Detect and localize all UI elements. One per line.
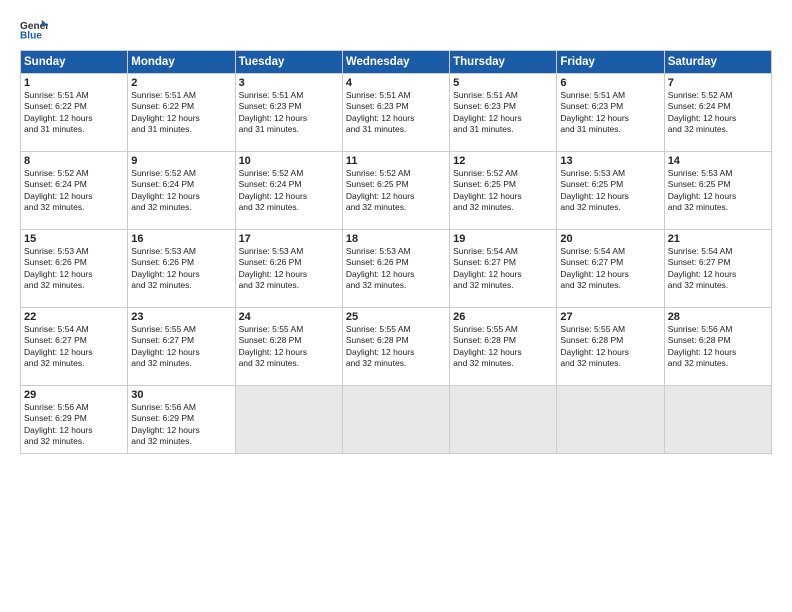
calendar-week-row: 29Sunrise: 5:56 AMSunset: 6:29 PMDayligh… bbox=[21, 386, 772, 454]
header-monday: Monday bbox=[128, 51, 235, 74]
table-row bbox=[235, 386, 342, 454]
header-friday: Friday bbox=[557, 51, 664, 74]
table-row: 10Sunrise: 5:52 AMSunset: 6:24 PMDayligh… bbox=[235, 152, 342, 230]
calendar-table: Sunday Monday Tuesday Wednesday Thursday… bbox=[20, 50, 772, 454]
table-row: 7Sunrise: 5:52 AMSunset: 6:24 PMDaylight… bbox=[664, 74, 771, 152]
table-row: 29Sunrise: 5:56 AMSunset: 6:29 PMDayligh… bbox=[21, 386, 128, 454]
header-saturday: Saturday bbox=[664, 51, 771, 74]
table-row bbox=[450, 386, 557, 454]
table-row: 14Sunrise: 5:53 AMSunset: 6:25 PMDayligh… bbox=[664, 152, 771, 230]
table-row: 6Sunrise: 5:51 AMSunset: 6:23 PMDaylight… bbox=[557, 74, 664, 152]
weekday-header-row: Sunday Monday Tuesday Wednesday Thursday… bbox=[21, 51, 772, 74]
calendar-page: General Blue Sunday Monday Tuesday Wedne… bbox=[0, 0, 792, 612]
table-row: 16Sunrise: 5:53 AMSunset: 6:26 PMDayligh… bbox=[128, 230, 235, 308]
header: General Blue bbox=[20, 18, 772, 40]
calendar-week-row: 1Sunrise: 5:51 AMSunset: 6:22 PMDaylight… bbox=[21, 74, 772, 152]
table-row: 13Sunrise: 5:53 AMSunset: 6:25 PMDayligh… bbox=[557, 152, 664, 230]
header-wednesday: Wednesday bbox=[342, 51, 449, 74]
table-row: 12Sunrise: 5:52 AMSunset: 6:25 PMDayligh… bbox=[450, 152, 557, 230]
table-row: 8Sunrise: 5:52 AMSunset: 6:24 PMDaylight… bbox=[21, 152, 128, 230]
table-row bbox=[557, 386, 664, 454]
table-row: 15Sunrise: 5:53 AMSunset: 6:26 PMDayligh… bbox=[21, 230, 128, 308]
table-row: 24Sunrise: 5:55 AMSunset: 6:28 PMDayligh… bbox=[235, 308, 342, 386]
table-row: 9Sunrise: 5:52 AMSunset: 6:24 PMDaylight… bbox=[128, 152, 235, 230]
calendar-week-row: 15Sunrise: 5:53 AMSunset: 6:26 PMDayligh… bbox=[21, 230, 772, 308]
table-row: 4Sunrise: 5:51 AMSunset: 6:23 PMDaylight… bbox=[342, 74, 449, 152]
table-row: 17Sunrise: 5:53 AMSunset: 6:26 PMDayligh… bbox=[235, 230, 342, 308]
table-row: 23Sunrise: 5:55 AMSunset: 6:27 PMDayligh… bbox=[128, 308, 235, 386]
header-sunday: Sunday bbox=[21, 51, 128, 74]
table-row: 25Sunrise: 5:55 AMSunset: 6:28 PMDayligh… bbox=[342, 308, 449, 386]
logo-icon: General Blue bbox=[20, 18, 48, 40]
table-row: 5Sunrise: 5:51 AMSunset: 6:23 PMDaylight… bbox=[450, 74, 557, 152]
table-row: 11Sunrise: 5:52 AMSunset: 6:25 PMDayligh… bbox=[342, 152, 449, 230]
header-tuesday: Tuesday bbox=[235, 51, 342, 74]
table-row bbox=[664, 386, 771, 454]
calendar-week-row: 22Sunrise: 5:54 AMSunset: 6:27 PMDayligh… bbox=[21, 308, 772, 386]
table-row: 21Sunrise: 5:54 AMSunset: 6:27 PMDayligh… bbox=[664, 230, 771, 308]
table-row: 2Sunrise: 5:51 AMSunset: 6:22 PMDaylight… bbox=[128, 74, 235, 152]
calendar-week-row: 8Sunrise: 5:52 AMSunset: 6:24 PMDaylight… bbox=[21, 152, 772, 230]
table-row: 1Sunrise: 5:51 AMSunset: 6:22 PMDaylight… bbox=[21, 74, 128, 152]
table-row: 28Sunrise: 5:56 AMSunset: 6:28 PMDayligh… bbox=[664, 308, 771, 386]
logo: General Blue bbox=[20, 18, 52, 40]
table-row: 22Sunrise: 5:54 AMSunset: 6:27 PMDayligh… bbox=[21, 308, 128, 386]
table-row bbox=[342, 386, 449, 454]
svg-text:Blue: Blue bbox=[20, 30, 42, 40]
table-row: 19Sunrise: 5:54 AMSunset: 6:27 PMDayligh… bbox=[450, 230, 557, 308]
table-row: 18Sunrise: 5:53 AMSunset: 6:26 PMDayligh… bbox=[342, 230, 449, 308]
table-row: 20Sunrise: 5:54 AMSunset: 6:27 PMDayligh… bbox=[557, 230, 664, 308]
table-row: 26Sunrise: 5:55 AMSunset: 6:28 PMDayligh… bbox=[450, 308, 557, 386]
table-row: 3Sunrise: 5:51 AMSunset: 6:23 PMDaylight… bbox=[235, 74, 342, 152]
table-row: 27Sunrise: 5:55 AMSunset: 6:28 PMDayligh… bbox=[557, 308, 664, 386]
table-row: 30Sunrise: 5:56 AMSunset: 6:29 PMDayligh… bbox=[128, 386, 235, 454]
header-thursday: Thursday bbox=[450, 51, 557, 74]
